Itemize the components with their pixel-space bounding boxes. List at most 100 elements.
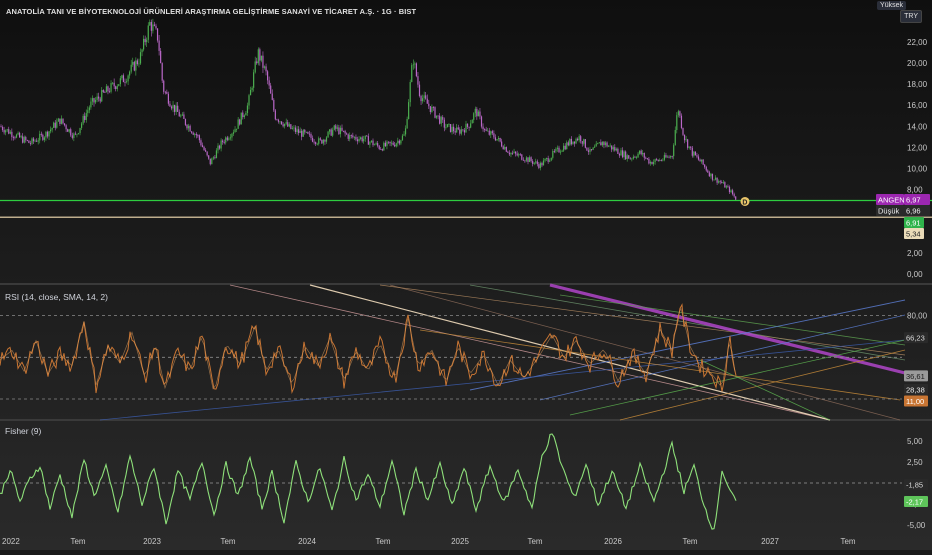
candle-body (46, 131, 49, 137)
candle-body (412, 64, 414, 66)
candle-body (32, 138, 35, 142)
candle-body (705, 166, 707, 171)
candle-body (724, 182, 726, 188)
candle-body (282, 124, 284, 127)
candle-body (5, 130, 7, 133)
candle-body (488, 130, 490, 135)
candle-body (208, 155, 210, 159)
candle-body (174, 104, 176, 112)
candle-body (181, 114, 183, 116)
candle-body (169, 103, 171, 107)
candle-body (79, 127, 81, 134)
candle-body (277, 119, 280, 122)
price-source-button[interactable]: Yüksek (877, 1, 906, 10)
candle-body (119, 78, 121, 85)
candle-body (0, 126, 2, 128)
candle-body (373, 144, 376, 146)
candle-body (499, 137, 501, 142)
candle-body (166, 91, 168, 94)
candle-body (139, 52, 142, 64)
candle-body (158, 40, 160, 51)
currency-button[interactable]: TRY (900, 10, 922, 23)
chart-stage[interactable]: D 22,00 20,00 18,00 16,00 14,00 12,00 10,00 8,0… (0, 0, 932, 550)
candle-body (98, 96, 100, 99)
candle-body (57, 118, 59, 122)
candle-body (344, 131, 346, 134)
candle-body (578, 136, 580, 141)
candle-body (270, 85, 272, 94)
candle-body (657, 159, 659, 162)
candle-body (149, 21, 151, 26)
candle-body (470, 123, 472, 128)
candle-body (645, 157, 647, 159)
time-axis-label: 2024 (298, 537, 316, 546)
time-axis-label: Tem (527, 537, 542, 546)
chart-canvas[interactable]: D 22,00 20,00 18,00 16,00 14,00 12,00 10,00 8,0… (0, 0, 932, 550)
candle-body (101, 90, 103, 102)
candle-body (704, 164, 706, 167)
candle-body (611, 145, 613, 150)
candle-body (118, 84, 120, 87)
candle-body (409, 81, 411, 103)
candle-body (659, 159, 661, 162)
candle-body (34, 140, 36, 142)
candle-body (363, 139, 365, 142)
candle-body (417, 76, 419, 85)
candle-body (349, 134, 351, 139)
candle-body (625, 151, 627, 160)
candle-body (45, 131, 47, 138)
candle-body (70, 129, 72, 136)
candle-body (11, 131, 13, 138)
candle-body (107, 86, 109, 92)
time-axis-label: Tem (375, 537, 390, 546)
candle-body (180, 115, 182, 117)
rsi-tick-label: 80,00 (907, 312, 928, 321)
candle-body (178, 111, 180, 117)
candle-body (479, 111, 481, 117)
candle-body (209, 158, 211, 165)
candle-body (310, 134, 312, 138)
candle-body (600, 142, 602, 146)
candle-body (246, 105, 249, 113)
time-axis-label: 2025 (451, 537, 469, 546)
price-tick-label: 20,00 (907, 59, 928, 68)
candle-body (471, 119, 473, 124)
candle-body (338, 127, 340, 135)
fisher-tick-label: 5,00 (907, 437, 923, 446)
candle-body (735, 196, 737, 200)
candle-body (285, 122, 287, 124)
candle-body (682, 127, 684, 135)
candle-body (586, 147, 588, 151)
candle-body (307, 131, 309, 134)
candle-body (394, 144, 396, 147)
candle-body (302, 129, 304, 137)
candle-body (623, 151, 625, 158)
candle-body (251, 87, 253, 90)
candle-body (40, 133, 42, 135)
candle-body (167, 93, 169, 104)
candle-body (231, 133, 233, 138)
candle-body (335, 125, 337, 129)
candle-body (22, 136, 24, 143)
candle-body (639, 150, 641, 154)
candle-body (711, 173, 714, 180)
candle-body (480, 116, 483, 127)
candle-body (556, 147, 559, 149)
time-axis-label: 2022 (2, 537, 20, 546)
candle-body (477, 111, 479, 117)
candle-body (108, 91, 111, 93)
candle-body (699, 159, 701, 162)
candle-body (719, 181, 721, 183)
candle-body (676, 115, 678, 130)
candle-body (364, 135, 366, 140)
candle-body (505, 146, 507, 152)
candle-body (609, 145, 611, 147)
candle-body (214, 157, 216, 159)
fisher-pane-label: Fisher (9) (5, 426, 42, 436)
candle-body (20, 136, 22, 138)
candle-body (322, 139, 324, 144)
candle-body (691, 147, 693, 156)
candle-body (497, 137, 500, 140)
candle-body (74, 133, 76, 135)
candle-body (375, 143, 377, 145)
